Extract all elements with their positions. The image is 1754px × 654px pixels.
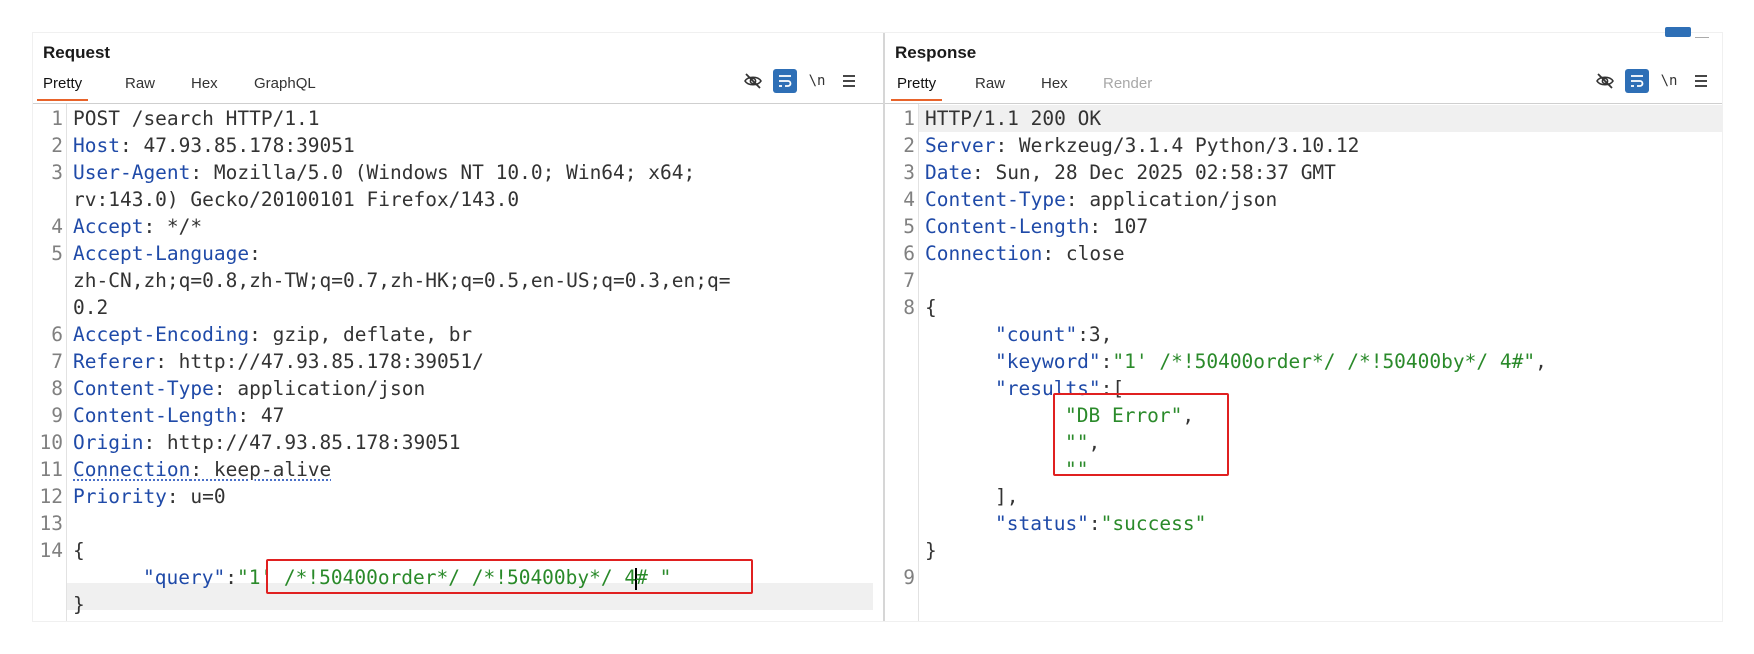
newline-icon[interactable]: \n bbox=[1657, 69, 1681, 93]
menu-icon[interactable] bbox=[1689, 69, 1713, 93]
code-line: rv:143.0) Gecko/20100101 Firefox/143.0 bbox=[73, 188, 520, 211]
code-line: "results":[ bbox=[995, 377, 1125, 400]
response-tab-raw[interactable]: Raw bbox=[975, 75, 1005, 92]
code-line: 2 Server: Werkzeug/3.1.4 Python/3.10.12 bbox=[903, 134, 1360, 157]
request-tab-hex[interactable]: Hex bbox=[191, 75, 218, 92]
response-tab-render[interactable]: Render bbox=[1103, 75, 1152, 92]
code-line: } bbox=[73, 593, 85, 616]
results-highlight-box bbox=[1053, 393, 1229, 476]
code-line: 5 Accept-Language: bbox=[51, 242, 261, 265]
response-tab-hex[interactable]: Hex bbox=[1041, 75, 1068, 92]
response-pane: Response Pretty Raw Hex Render \n 1 HTTP/… bbox=[885, 27, 1722, 621]
eye-slash-icon[interactable] bbox=[1593, 69, 1617, 93]
wrap-text-icon[interactable] bbox=[1625, 69, 1649, 93]
code-line: 4 Accept: */* bbox=[51, 215, 203, 238]
menu-icon[interactable] bbox=[837, 69, 861, 93]
code-line: 11 Connection: keep-alive bbox=[39, 458, 332, 481]
code-line: 8 Content-Type: application/json bbox=[51, 377, 426, 400]
code-line: 9 bbox=[903, 566, 915, 589]
code-line: 7 bbox=[903, 269, 915, 292]
response-title: Response bbox=[895, 43, 977, 62]
code-line: 6 Connection: close bbox=[903, 242, 1125, 265]
code-line: 3 User-Agent: Mozilla/5.0 (Windows NT 10.… bbox=[51, 161, 696, 184]
request-title: Request bbox=[43, 43, 111, 62]
code-line: 3 Date: Sun, 28 Dec 2025 02:58:37 GMT bbox=[903, 161, 1336, 184]
code-line: 0.2 bbox=[73, 296, 109, 319]
code-line: "keyword":"1' /*!50400order*/ /*!50400by… bbox=[995, 350, 1547, 373]
code-line: ], bbox=[995, 485, 1019, 508]
code-line: 1 POST /search HTTP/1.1 bbox=[51, 107, 320, 130]
minimize-icon[interactable] bbox=[1695, 27, 1709, 38]
code-line: } bbox=[925, 539, 937, 562]
code-line: 9 Content-Length: 47 bbox=[51, 404, 285, 427]
code-line: "status":"success" bbox=[995, 512, 1207, 535]
payload-highlight-box bbox=[266, 559, 753, 594]
request-tab-graphql[interactable]: GraphQL bbox=[254, 75, 316, 92]
code-line: 6 Accept-Encoding: gzip, deflate, br bbox=[51, 323, 473, 346]
code-line: "", bbox=[1065, 431, 1101, 454]
code-line: zh-CN,zh;q=0.8,zh-TW;q=0.7,zh-HK;q=0.5,e… bbox=[73, 269, 731, 292]
code-line: 12 Priority: u=0 bbox=[39, 485, 226, 508]
code-line: 4 Content-Type: application/json bbox=[903, 188, 1278, 211]
code-line: "count":3, bbox=[995, 323, 1113, 346]
code-line: 10 Origin: http://47.93.85.178:39051 bbox=[39, 431, 461, 454]
code-line: 5 Content-Length: 107 bbox=[903, 215, 1149, 238]
request-tab-raw[interactable]: Raw bbox=[125, 75, 155, 92]
newline-icon[interactable]: \n bbox=[805, 69, 829, 93]
code-line: "DB Error", bbox=[1065, 404, 1195, 427]
code-line: 2 Host: 47.93.85.178:39051 bbox=[51, 134, 355, 157]
request-pane: Request Pretty Raw Hex GraphQL \n 1 POST … bbox=[33, 33, 885, 621]
code-line: 13 bbox=[39, 512, 63, 535]
response-tab-pretty[interactable]: Pretty bbox=[890, 75, 943, 101]
layout-toggle-button[interactable] bbox=[1665, 27, 1691, 37]
code-line: 7 Referer: http://47.93.85.178:39051/ bbox=[51, 350, 484, 373]
eye-slash-icon[interactable] bbox=[741, 69, 765, 93]
code-line: "" bbox=[1065, 458, 1089, 481]
request-tab-pretty[interactable]: Pretty bbox=[36, 75, 89, 101]
wrap-text-icon[interactable] bbox=[773, 69, 797, 93]
code-line: 8{ bbox=[903, 296, 937, 319]
request-editor[interactable]: 1 POST /search HTTP/1.1 2 Host: 47.93.85.1… bbox=[33, 104, 883, 621]
code-line: 1 HTTP/1.1 200 OK bbox=[903, 107, 1102, 130]
response-editor[interactable]: 1 HTTP/1.1 200 OK 2 Server: Werkzeug/3.1.4… bbox=[885, 104, 1722, 621]
burp-repeater-window: Request Pretty Raw Hex GraphQL \n 1 POST … bbox=[33, 27, 1722, 621]
